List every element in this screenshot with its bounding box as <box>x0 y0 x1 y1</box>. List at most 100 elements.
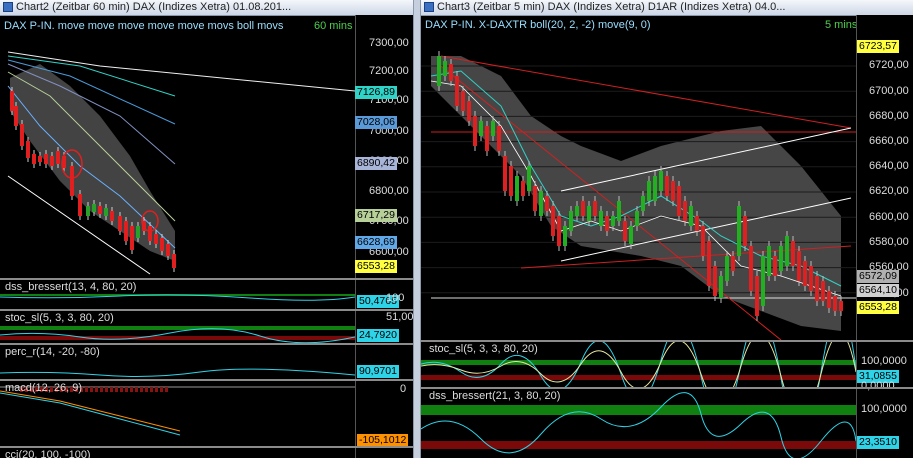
candle-body <box>743 216 747 246</box>
candle-body <box>821 281 825 301</box>
histogram-bar <box>160 387 163 392</box>
price-tick-label: 7300,00 <box>369 37 409 49</box>
candle-body <box>659 171 663 191</box>
candle-body <box>569 211 573 231</box>
price-badge: 6572,09 <box>857 270 899 283</box>
chart3-title: Chart3 (Zeitbar 5 min) DAX (Indizes Xetr… <box>437 1 786 13</box>
candle-body <box>20 124 24 146</box>
candle-body <box>641 196 645 211</box>
candle-body <box>32 154 36 164</box>
chart2-price-pane[interactable]: DAX P-IN. move move move move move movs … <box>0 16 413 280</box>
chart3-header: DAX P-IN. X-DAXTR boll(20, 2, -2) move(9… <box>425 19 857 31</box>
candle-body <box>779 246 783 271</box>
pane-separator[interactable] <box>0 278 413 280</box>
candle-body <box>479 121 483 136</box>
signal-line <box>0 392 181 436</box>
indicator-label: dss_bressert(21, 3, 80, 20) <box>429 390 561 402</box>
chart3-window[interactable]: Chart3 (Zeitbar 5 min) DAX (Indizes Xetr… <box>421 0 913 458</box>
candle-body <box>521 181 525 196</box>
candle-body <box>437 56 441 86</box>
candle-body <box>791 241 795 266</box>
histogram-bar <box>150 387 153 392</box>
candle-body <box>503 156 507 191</box>
candle-body <box>683 201 687 221</box>
indicator-value-badge: 23,3510 <box>857 436 899 449</box>
pane-separator[interactable] <box>0 446 413 448</box>
candle-body <box>647 181 651 201</box>
candle-body <box>803 261 807 286</box>
candle-body <box>473 116 477 146</box>
candle-body <box>689 206 693 226</box>
indicator-scale-label: 0 <box>400 383 407 395</box>
histogram-bar <box>105 387 108 392</box>
indicator-label: cci(20, 100, -100) <box>5 449 91 458</box>
histogram-bar <box>135 387 138 392</box>
histogram-bar <box>165 387 168 392</box>
candle-body <box>50 156 54 166</box>
candle-body <box>773 256 777 276</box>
indicator-scale-label: 100,0000 <box>861 355 907 367</box>
candle-body <box>455 76 459 106</box>
chart2-indicators-label: DAX P-IN. move move move move move movs … <box>4 20 284 32</box>
price-tick-label: 6620,00 <box>869 185 909 197</box>
candle-body <box>593 201 597 216</box>
histogram-bar <box>110 387 113 392</box>
chart3-interval: 5 mins <box>825 19 858 31</box>
price-badge: 6553,28 <box>355 260 397 273</box>
candle-body <box>56 151 60 164</box>
candle-body <box>833 296 837 311</box>
indicator-label: dss_bressert(13, 4, 80, 20) <box>5 281 137 293</box>
chart3-title-bar[interactable]: Chart3 (Zeitbar 5 min) DAX (Indizes Xetr… <box>421 0 913 16</box>
price-tick-label: 6720,00 <box>869 59 909 71</box>
window-splitter[interactable] <box>413 0 421 458</box>
candle-body <box>14 106 18 126</box>
chart2-header: DAX P-IN. move move move move move movs … <box>4 20 353 32</box>
candle-body <box>731 256 735 271</box>
candle-body <box>701 226 705 256</box>
candle-body <box>70 166 74 196</box>
candle-body <box>443 61 447 76</box>
histogram-bar <box>120 387 123 392</box>
pane-separator[interactable] <box>421 387 913 389</box>
indicator-line <box>0 328 355 343</box>
pane-separator[interactable] <box>0 309 413 311</box>
candle-body <box>98 206 102 214</box>
price-badge: 6553,28 <box>857 301 899 314</box>
candle-body <box>755 276 759 316</box>
candle-body <box>719 276 723 298</box>
candle-body <box>617 201 621 221</box>
candle-body <box>26 141 30 158</box>
candle-body <box>623 221 627 241</box>
histogram-bar <box>100 387 103 392</box>
candle-body <box>172 254 176 268</box>
candle-body <box>785 236 789 266</box>
candle-body <box>737 206 741 256</box>
price-tick-label: 6700,00 <box>869 85 909 97</box>
candle-body <box>707 241 711 286</box>
chart-window-icon <box>424 2 434 12</box>
pane-separator[interactable] <box>0 343 413 345</box>
price-tick-label: 6640,00 <box>869 160 909 172</box>
candle-body <box>725 256 729 281</box>
chart2-window[interactable]: Chart2 (Zeitbar 60 min) DAX (Indizes Xet… <box>0 0 413 458</box>
candle-body <box>581 201 585 216</box>
candle-body <box>38 156 42 162</box>
pane-separator[interactable] <box>0 379 413 381</box>
chart2-title-bar[interactable]: Chart2 (Zeitbar 60 min) DAX (Indizes Xet… <box>0 0 413 16</box>
candle-body <box>166 244 170 256</box>
candle-body <box>575 206 579 216</box>
histogram-bar <box>145 387 148 392</box>
price-tick-label: 7200,00 <box>369 65 409 77</box>
price-tick-label: 6580,00 <box>869 236 909 248</box>
chart3-price-pane[interactable]: DAX P-IN. X-DAXTR boll(20, 2, -2) move(9… <box>421 16 913 340</box>
candle-body <box>515 176 519 201</box>
candle-body <box>154 234 158 244</box>
candle-body <box>461 91 465 111</box>
candle-body <box>551 206 555 236</box>
pane-separator[interactable] <box>421 340 913 342</box>
price-tick-label: 6600,00 <box>869 211 909 223</box>
indicator-scale-label: 100 <box>386 292 405 304</box>
candle-body <box>130 226 134 250</box>
price-tick-label: 6800,00 <box>369 185 409 197</box>
price-badge: 6717,29 <box>355 209 397 222</box>
